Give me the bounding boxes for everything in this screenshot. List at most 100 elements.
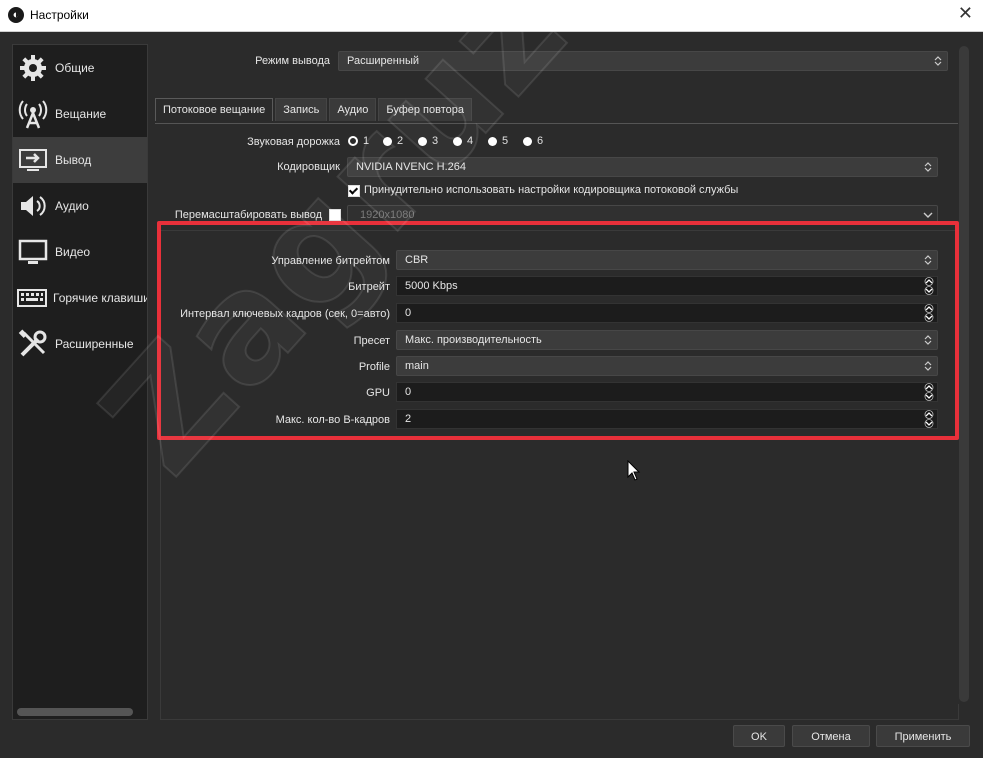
tools-icon: [17, 328, 49, 360]
preset-select[interactable]: Макс. производительность: [396, 330, 938, 350]
encoder-value: NVIDIA NVENC H.264: [356, 161, 467, 173]
rate-control-select[interactable]: CBR: [396, 250, 938, 270]
radio-icon: [383, 136, 392, 146]
tab-streaming[interactable]: Потоковое вещание: [155, 98, 274, 121]
broadcast-antenna-icon: [17, 98, 49, 130]
scrollbar-thumb[interactable]: [959, 46, 969, 702]
spin-arrows-icon[interactable]: [921, 304, 937, 322]
sidebar: Общие Вещание Вывод Аудио Видео Горячие …: [12, 44, 148, 720]
radio-label: 5: [502, 135, 509, 147]
gpu-input[interactable]: 0: [396, 382, 938, 402]
sidebar-item-label: Видео: [55, 245, 91, 259]
tab-recording[interactable]: Запись: [275, 98, 328, 121]
gpu-label: GPU: [366, 387, 390, 399]
sidebar-item-video[interactable]: Видео: [13, 229, 147, 275]
sidebar-scrollbar[interactable]: [17, 708, 133, 716]
bframes-label: Макс. кол-во B-кадров: [275, 414, 390, 426]
audio-track-radio-1[interactable]: 1: [348, 135, 369, 147]
output-mode-select[interactable]: Расширенный: [338, 51, 948, 71]
radio-label: 3: [432, 135, 439, 147]
monitor-output-icon: [17, 144, 49, 176]
audio-track-radio-2[interactable]: 2: [383, 135, 403, 147]
updown-arrows-icon: [929, 52, 947, 70]
output-tabs: Потоковое вещание Запись Аудио Буфер пов…: [155, 98, 474, 122]
audio-track-label: Звуковая дорожка: [247, 136, 340, 148]
updown-arrows-icon: [919, 158, 937, 176]
spin-arrows-icon[interactable]: [921, 277, 937, 295]
rescale-checkbox[interactable]: [329, 209, 341, 221]
bitrate-input[interactable]: 5000 Kbps: [396, 276, 938, 296]
rate-control-value: CBR: [405, 254, 429, 266]
preset-value: Макс. производительность: [405, 334, 542, 346]
tab-replay-buffer[interactable]: Буфер повтора: [378, 98, 472, 121]
window-title: Настройки: [30, 8, 89, 22]
sidebar-item-label: Аудио: [55, 199, 89, 213]
bitrate-value: 5000 Kbps: [405, 280, 458, 292]
speaker-icon: [17, 190, 49, 222]
output-mode-label: Режим вывода: [255, 55, 330, 67]
output-settings-panel: Режим вывода Расширенный Потоковое вещан…: [148, 44, 960, 720]
cancel-button[interactable]: Отмена: [792, 725, 870, 747]
output-mode-value: Расширенный: [347, 55, 419, 67]
sidebar-item-output[interactable]: Вывод: [13, 137, 147, 183]
spin-arrows-icon[interactable]: [921, 410, 937, 428]
sidebar-item-hotkeys[interactable]: Горячие клавиши: [13, 275, 147, 321]
audio-track-radio-5[interactable]: 5: [488, 135, 508, 147]
rescale-value: 1920x1080: [360, 209, 415, 221]
bitrate-label: Битрейт: [348, 281, 390, 293]
audio-track-radio-6[interactable]: 6: [523, 135, 543, 147]
bframes-input[interactable]: 2: [396, 409, 938, 429]
rescale-select[interactable]: 1920x1080: [347, 205, 938, 225]
radio-label: 1: [363, 135, 370, 147]
main-scrollbar[interactable]: [958, 44, 970, 704]
updown-arrows-icon: [919, 331, 937, 349]
spin-arrows-icon[interactable]: [921, 383, 937, 401]
monitor-icon: [17, 236, 49, 268]
sidebar-item-label: Вещание: [55, 107, 107, 121]
radio-icon: [488, 136, 497, 146]
encoder-label: Кодировщик: [277, 161, 340, 173]
tab-audio[interactable]: Аудио: [329, 98, 377, 121]
audio-track-radio-3[interactable]: 3: [418, 135, 438, 147]
close-icon[interactable]: ✕: [958, 3, 973, 24]
rescale-label: Перемасштабировать вывод: [174, 209, 322, 221]
radio-label: 4: [467, 135, 474, 147]
tab-divider: [155, 123, 958, 124]
audio-track-radio-4[interactable]: 4: [453, 135, 473, 147]
gear-icon: [17, 52, 49, 84]
radio-icon: [453, 136, 462, 146]
updown-arrows-icon: [919, 357, 937, 375]
ok-button[interactable]: OK: [733, 725, 785, 747]
obs-logo-icon: ◐: [8, 7, 24, 23]
profile-value: main: [405, 360, 429, 372]
keyboard-icon: [17, 282, 47, 314]
sidebar-item-stream[interactable]: Вещание: [13, 91, 147, 137]
sidebar-item-label: Горячие клавиши: [53, 291, 148, 305]
radio-label: 6: [537, 135, 544, 147]
settings-window: Общие Вещание Вывод Аудио Видео Горячие …: [0, 32, 983, 758]
profile-select[interactable]: main: [396, 356, 938, 376]
radio-icon: [523, 136, 532, 146]
enforce-settings-label: Принудительно использовать настройки код…: [364, 184, 739, 196]
profile-label: Profile: [358, 361, 390, 373]
keyframe-interval-input[interactable]: 0: [396, 303, 938, 323]
chevron-down-icon: [919, 206, 937, 224]
sidebar-item-label: Расширенные: [55, 337, 134, 351]
rate-control-label: Управление битрейтом: [271, 255, 390, 267]
radio-selected-icon: [348, 136, 358, 146]
sidebar-item-advanced[interactable]: Расширенные: [13, 321, 147, 367]
radio-icon: [418, 136, 427, 146]
preset-label: Пресет: [353, 335, 390, 347]
radio-label: 2: [397, 135, 404, 147]
sidebar-item-label: Вывод: [55, 153, 92, 167]
enforce-settings-checkbox[interactable]: [348, 185, 360, 197]
sidebar-item-audio[interactable]: Аудио: [13, 183, 147, 229]
gpu-value: 0: [405, 386, 412, 398]
title-bar: ◐ Настройки ✕: [0, 0, 983, 32]
updown-arrows-icon: [919, 251, 937, 269]
sidebar-item-label: Общие: [55, 61, 95, 75]
sidebar-item-general[interactable]: Общие: [13, 45, 147, 91]
encoder-select[interactable]: NVIDIA NVENC H.264: [347, 157, 938, 177]
apply-button[interactable]: Применить: [876, 725, 970, 747]
mouse-cursor-icon: [627, 459, 641, 485]
